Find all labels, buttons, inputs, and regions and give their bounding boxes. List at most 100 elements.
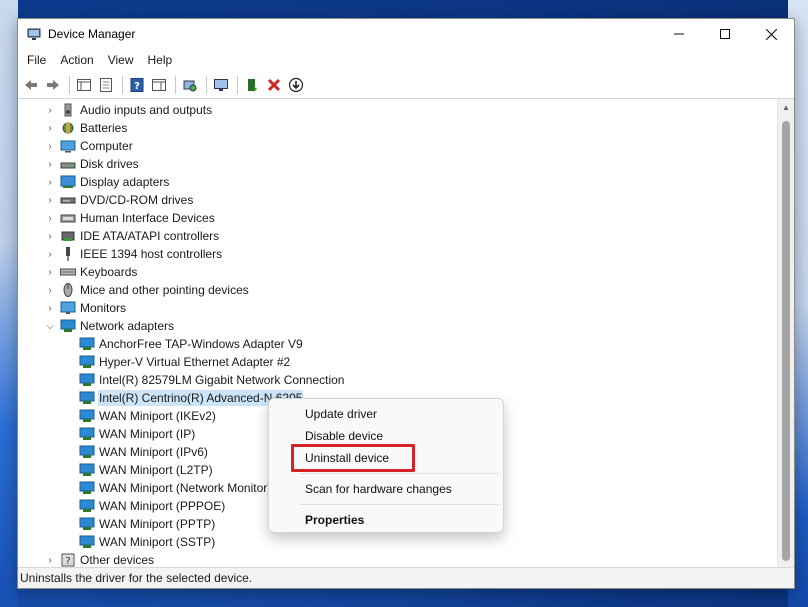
- expand-chevron-icon[interactable]: ›: [44, 119, 56, 137]
- update-driver-button[interactable]: [286, 75, 306, 95]
- menu-help[interactable]: Help: [141, 49, 180, 71]
- menu-file[interactable]: File: [20, 49, 53, 71]
- scroll-up-icon[interactable]: ▲: [778, 99, 794, 116]
- maximize-button[interactable]: [702, 19, 748, 49]
- tree-label: WAN Miniport (IKEv2): [99, 409, 216, 423]
- title-bar[interactable]: Device Manager: [18, 19, 794, 49]
- menu-separator: [299, 473, 499, 474]
- properties-pane-icon: [77, 78, 91, 91]
- tree-category-batteries[interactable]: › Batteries: [18, 119, 777, 137]
- forward-button[interactable]: [43, 75, 63, 95]
- tree-category-monitors[interactable]: › Monitors: [18, 299, 777, 317]
- tree-label: Display adapters: [80, 175, 170, 189]
- tree-category-audio[interactable]: › Audio inputs and outputs: [18, 101, 777, 119]
- ide-controller-icon: [60, 228, 76, 244]
- help-icon: ?: [130, 77, 144, 92]
- show-hide-console-tree-button[interactable]: [74, 75, 94, 95]
- tree-category-mice[interactable]: › Mice and other pointing devices: [18, 281, 777, 299]
- tree-label: IDE ATA/ATAPI controllers: [80, 229, 220, 243]
- tree-category-ide[interactable]: › IDE ATA/ATAPI controllers: [18, 227, 777, 245]
- tree-label: Network adapters: [80, 319, 175, 333]
- tree-category-dvd-drives[interactable]: › DVD/CD-ROM drives: [18, 191, 777, 209]
- computer-monitor-icon: [214, 78, 228, 91]
- toolbar: ?: [18, 71, 794, 99]
- maximize-icon: [720, 29, 730, 39]
- expand-chevron-icon[interactable]: ›: [44, 299, 56, 317]
- tree-category-hid[interactable]: › Human Interface Devices: [18, 209, 777, 227]
- tree-label: Computer: [80, 139, 133, 153]
- expand-chevron-icon[interactable]: ›: [44, 263, 56, 281]
- status-bar: Uninstalls the driver for the selected d…: [18, 567, 794, 588]
- network-adapter-icon: [79, 408, 95, 424]
- network-adapter-icon: [79, 336, 95, 352]
- expand-chevron-icon[interactable]: ›: [44, 191, 56, 209]
- tree-category-keyboards[interactable]: › Keyboards: [18, 263, 777, 281]
- network-adapter-icon: [79, 390, 95, 406]
- toolbar-separator: [122, 75, 123, 94]
- tree-label: IEEE 1394 host controllers: [80, 247, 223, 261]
- window-title: Device Manager: [48, 27, 136, 41]
- tree-device-row[interactable]: Hyper-V Virtual Ethernet Adapter #2: [18, 353, 777, 371]
- close-icon: [765, 28, 777, 40]
- tree-category-network-adapters[interactable]: ⌵ Network adapters: [18, 317, 777, 335]
- tree-category-computer[interactable]: › Computer: [18, 137, 777, 155]
- svg-text:?: ?: [134, 81, 140, 92]
- minimize-icon: [674, 33, 684, 35]
- expand-chevron-icon[interactable]: ›: [44, 245, 56, 263]
- network-adapter-icon: [79, 354, 95, 370]
- expand-chevron-icon[interactable]: ›: [44, 209, 56, 227]
- tree-device-row[interactable]: AnchorFree TAP-Windows Adapter V9: [18, 335, 777, 353]
- scan-hardware-button[interactable]: [180, 75, 200, 95]
- tree-label: DVD/CD-ROM drives: [80, 193, 194, 207]
- tree-label: Other devices: [80, 553, 155, 567]
- tree-label: Intel(R) 82579LM Gigabit Network Connect…: [99, 373, 345, 387]
- expand-chevron-icon[interactable]: ›: [44, 101, 56, 119]
- enable-device-button[interactable]: [242, 75, 262, 95]
- window-controls: [656, 19, 794, 49]
- desktop-wallpaper-left: [0, 0, 18, 607]
- menu-scan-hardware[interactable]: Scan for hardware changes: [269, 478, 503, 500]
- tree-label: WAN Miniport (SSTP): [99, 535, 216, 549]
- back-button[interactable]: [21, 75, 41, 95]
- minimize-button[interactable]: [656, 19, 702, 49]
- menu-properties[interactable]: Properties: [269, 509, 503, 531]
- collapse-chevron-icon[interactable]: ⌵: [44, 317, 56, 335]
- properties-button[interactable]: [96, 75, 116, 95]
- update-driver-icon: [288, 77, 304, 92]
- network-adapter-icon: [79, 444, 95, 460]
- menu-action[interactable]: Action: [53, 49, 100, 71]
- computer-view-button[interactable]: [211, 75, 231, 95]
- show-action-pane-button[interactable]: [149, 75, 169, 95]
- expand-chevron-icon[interactable]: ›: [44, 173, 56, 191]
- network-adapter-icon: [79, 480, 95, 496]
- scrollbar-thumb[interactable]: [782, 121, 790, 561]
- uninstall-x-icon: [267, 78, 281, 91]
- tree-category-ieee1394[interactable]: › IEEE 1394 host controllers: [18, 245, 777, 263]
- expand-chevron-icon[interactable]: ›: [44, 227, 56, 245]
- forward-arrow-icon: [47, 79, 59, 90]
- expand-chevron-icon[interactable]: ›: [44, 281, 56, 299]
- tree-category-display-adapters[interactable]: › Display adapters: [18, 173, 777, 191]
- menu-view[interactable]: View: [101, 49, 141, 71]
- tree-label: Batteries: [80, 121, 128, 135]
- highlight-annotation-box: [291, 444, 415, 472]
- menu-update-driver[interactable]: Update driver: [269, 403, 503, 425]
- menu-uninstall-device[interactable]: Uninstall device: [269, 444, 503, 472]
- tree-device-row[interactable]: Intel(R) 82579LM Gigabit Network Connect…: [18, 371, 777, 389]
- tree-device-row[interactable]: WAN Miniport (SSTP): [18, 533, 777, 551]
- tree-category-disk-drives[interactable]: › Disk drives: [18, 155, 777, 173]
- help-button[interactable]: ?: [127, 75, 147, 95]
- tree-label: Human Interface Devices: [80, 211, 215, 225]
- vertical-scrollbar[interactable]: ▲: [777, 99, 794, 567]
- device-manager-app-icon: [26, 26, 42, 42]
- close-button[interactable]: [748, 19, 794, 49]
- network-adapter-icon: [79, 516, 95, 532]
- tree-category-other-devices[interactable]: › ? Other devices: [18, 551, 777, 567]
- speaker-icon: [60, 102, 76, 118]
- expand-chevron-icon[interactable]: ›: [44, 551, 56, 567]
- expand-chevron-icon[interactable]: ›: [44, 137, 56, 155]
- tree-label: Mice and other pointing devices: [80, 283, 249, 297]
- expand-chevron-icon[interactable]: ›: [44, 155, 56, 173]
- disk-drive-icon: [60, 156, 76, 172]
- uninstall-device-button[interactable]: [264, 75, 284, 95]
